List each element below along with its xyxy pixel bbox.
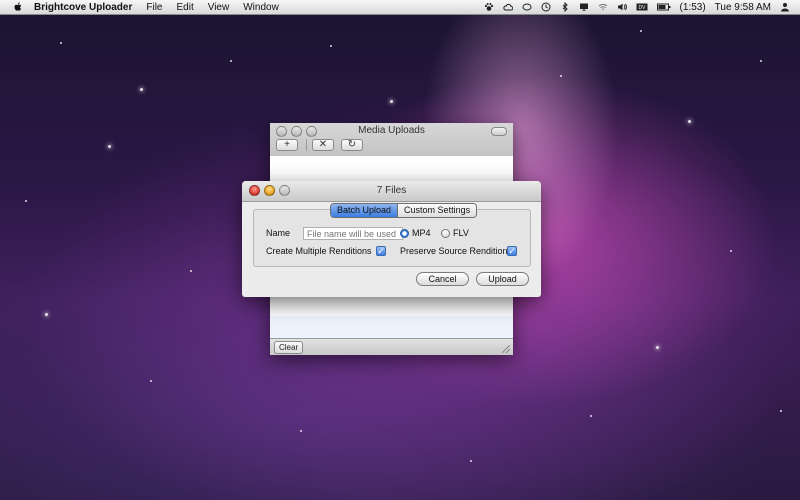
battery-icon[interactable] [656, 2, 671, 12]
volume-icon[interactable] [617, 2, 627, 12]
close-button[interactable] [276, 126, 287, 137]
upload-dialog: 7 Files Batch Upload Custom Settings Nam… [242, 181, 541, 297]
bluetooth-icon[interactable] [560, 2, 570, 12]
apple-icon[interactable] [12, 1, 24, 13]
resize-grip-icon[interactable] [502, 345, 510, 353]
dialog-titlebar[interactable]: 7 Files [242, 181, 541, 202]
display-icon[interactable] [522, 2, 532, 12]
upload-button[interactable]: Upload [476, 272, 529, 286]
create-multiple-renditions-checkbox[interactable]: ✓ [376, 246, 386, 256]
flv-label: FLV [453, 228, 469, 238]
dialog-title: 7 Files [376, 185, 407, 196]
tab-batch-upload[interactable]: Batch Upload [331, 204, 399, 217]
name-input[interactable] [303, 227, 403, 240]
battery-time: (1:53) [679, 1, 706, 13]
media-bottombar: Clear [270, 338, 513, 355]
toolbar-divider [306, 139, 307, 151]
menu-file[interactable]: File [146, 2, 162, 13]
keyboard-icon[interactable]: DV [636, 2, 648, 12]
window-title: Media Uploads [358, 125, 425, 136]
tab-custom-settings[interactable]: Custom Settings [398, 204, 477, 217]
add-button[interactable]: + [276, 139, 298, 151]
cancel-button[interactable]: Cancel [416, 272, 469, 286]
minimize-button[interactable] [291, 126, 302, 137]
app-menu[interactable]: Brightcove Uploader [34, 2, 132, 13]
create-multiple-renditions-label: Create Multiple Renditions [266, 246, 372, 256]
menu-bar: Brightcove Uploader File Edit View Windo… [0, 0, 800, 15]
media-toolbar: Media Uploads + ✕ ↻ [270, 123, 513, 157]
menu-edit[interactable]: Edit [176, 2, 193, 13]
upload-mode-tabs: Batch Upload Custom Settings [330, 203, 478, 218]
cloud-icon[interactable] [502, 2, 513, 12]
refresh-button[interactable]: ↻ [341, 139, 363, 151]
dialog-zoom-button[interactable] [279, 185, 290, 196]
paw-icon[interactable] [484, 2, 494, 12]
preserve-source-rendition-label: Preserve Source Rendition [400, 246, 508, 256]
preserve-source-rendition-checkbox[interactable]: ✓ [507, 246, 517, 256]
mp4-label: MP4 [412, 228, 431, 238]
menu-window[interactable]: Window [243, 2, 279, 13]
toolbar-toggle-button[interactable] [491, 127, 507, 136]
dialog-close-button[interactable] [249, 185, 260, 196]
clock-icon[interactable] [541, 2, 551, 12]
dialog-minimize-button[interactable] [264, 185, 275, 196]
zoom-button[interactable] [306, 126, 317, 137]
name-label: Name [266, 228, 291, 238]
mp4-radio[interactable] [400, 229, 409, 238]
menubar-clock[interactable]: Tue 9:58 AM [715, 2, 771, 13]
monitor-icon[interactable] [579, 2, 589, 12]
wifi-icon[interactable] [598, 2, 608, 12]
remove-button[interactable]: ✕ [312, 139, 334, 151]
menu-view[interactable]: View [208, 2, 230, 13]
clear-button[interactable]: Clear [274, 341, 304, 354]
flv-radio[interactable] [441, 229, 450, 238]
svg-text:DV: DV [638, 5, 646, 11]
settings-panel: Batch Upload Custom Settings Name MP4 FL… [253, 203, 531, 267]
user-icon[interactable] [780, 2, 790, 12]
